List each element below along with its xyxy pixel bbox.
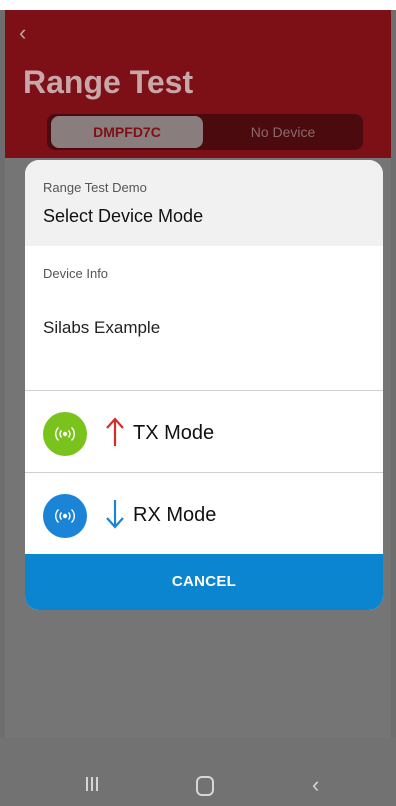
- arrow-up-icon: [106, 417, 124, 446]
- recent-apps-icon[interactable]: [84, 776, 100, 792]
- cancel-button[interactable]: CANCEL: [25, 554, 383, 610]
- arrow-down-icon: [106, 500, 124, 529]
- divider: [25, 390, 383, 391]
- antenna-icon: [43, 412, 87, 456]
- divider: [25, 472, 383, 473]
- tx-mode-option[interactable]: TX Mode: [25, 392, 383, 472]
- back-button[interactable]: ‹: [19, 22, 26, 44]
- app-header: ‹ Range Test DMPFD7C No Device: [5, 10, 391, 158]
- select-mode-dialog: Range Test Demo Select Device Mode Devic…: [25, 160, 383, 610]
- dialog-title: Select Device Mode: [43, 206, 204, 226]
- page-title: Range Test: [23, 64, 194, 100]
- device-info-label: Device Info: [43, 266, 109, 281]
- dialog-subtitle: Range Test Demo: [43, 180, 147, 195]
- dialog-header: Range Test Demo Select Device Mode: [25, 160, 383, 246]
- antenna-icon: [43, 494, 87, 538]
- home-icon[interactable]: [196, 776, 214, 796]
- system-nav-bar: ‹: [0, 738, 396, 806]
- status-bar: [0, 0, 396, 10]
- segment-device-2[interactable]: No Device: [207, 116, 359, 148]
- rx-mode-label: RX Mode: [133, 504, 217, 526]
- device-info-value: Silabs Example: [43, 318, 161, 337]
- segment-device-1[interactable]: DMPFD7C: [51, 116, 203, 148]
- back-nav-icon[interactable]: ‹: [312, 772, 319, 798]
- tx-mode-label: TX Mode: [133, 422, 215, 444]
- rx-mode-option[interactable]: RX Mode: [25, 474, 383, 554]
- device-segmented-control: DMPFD7C No Device: [47, 114, 363, 150]
